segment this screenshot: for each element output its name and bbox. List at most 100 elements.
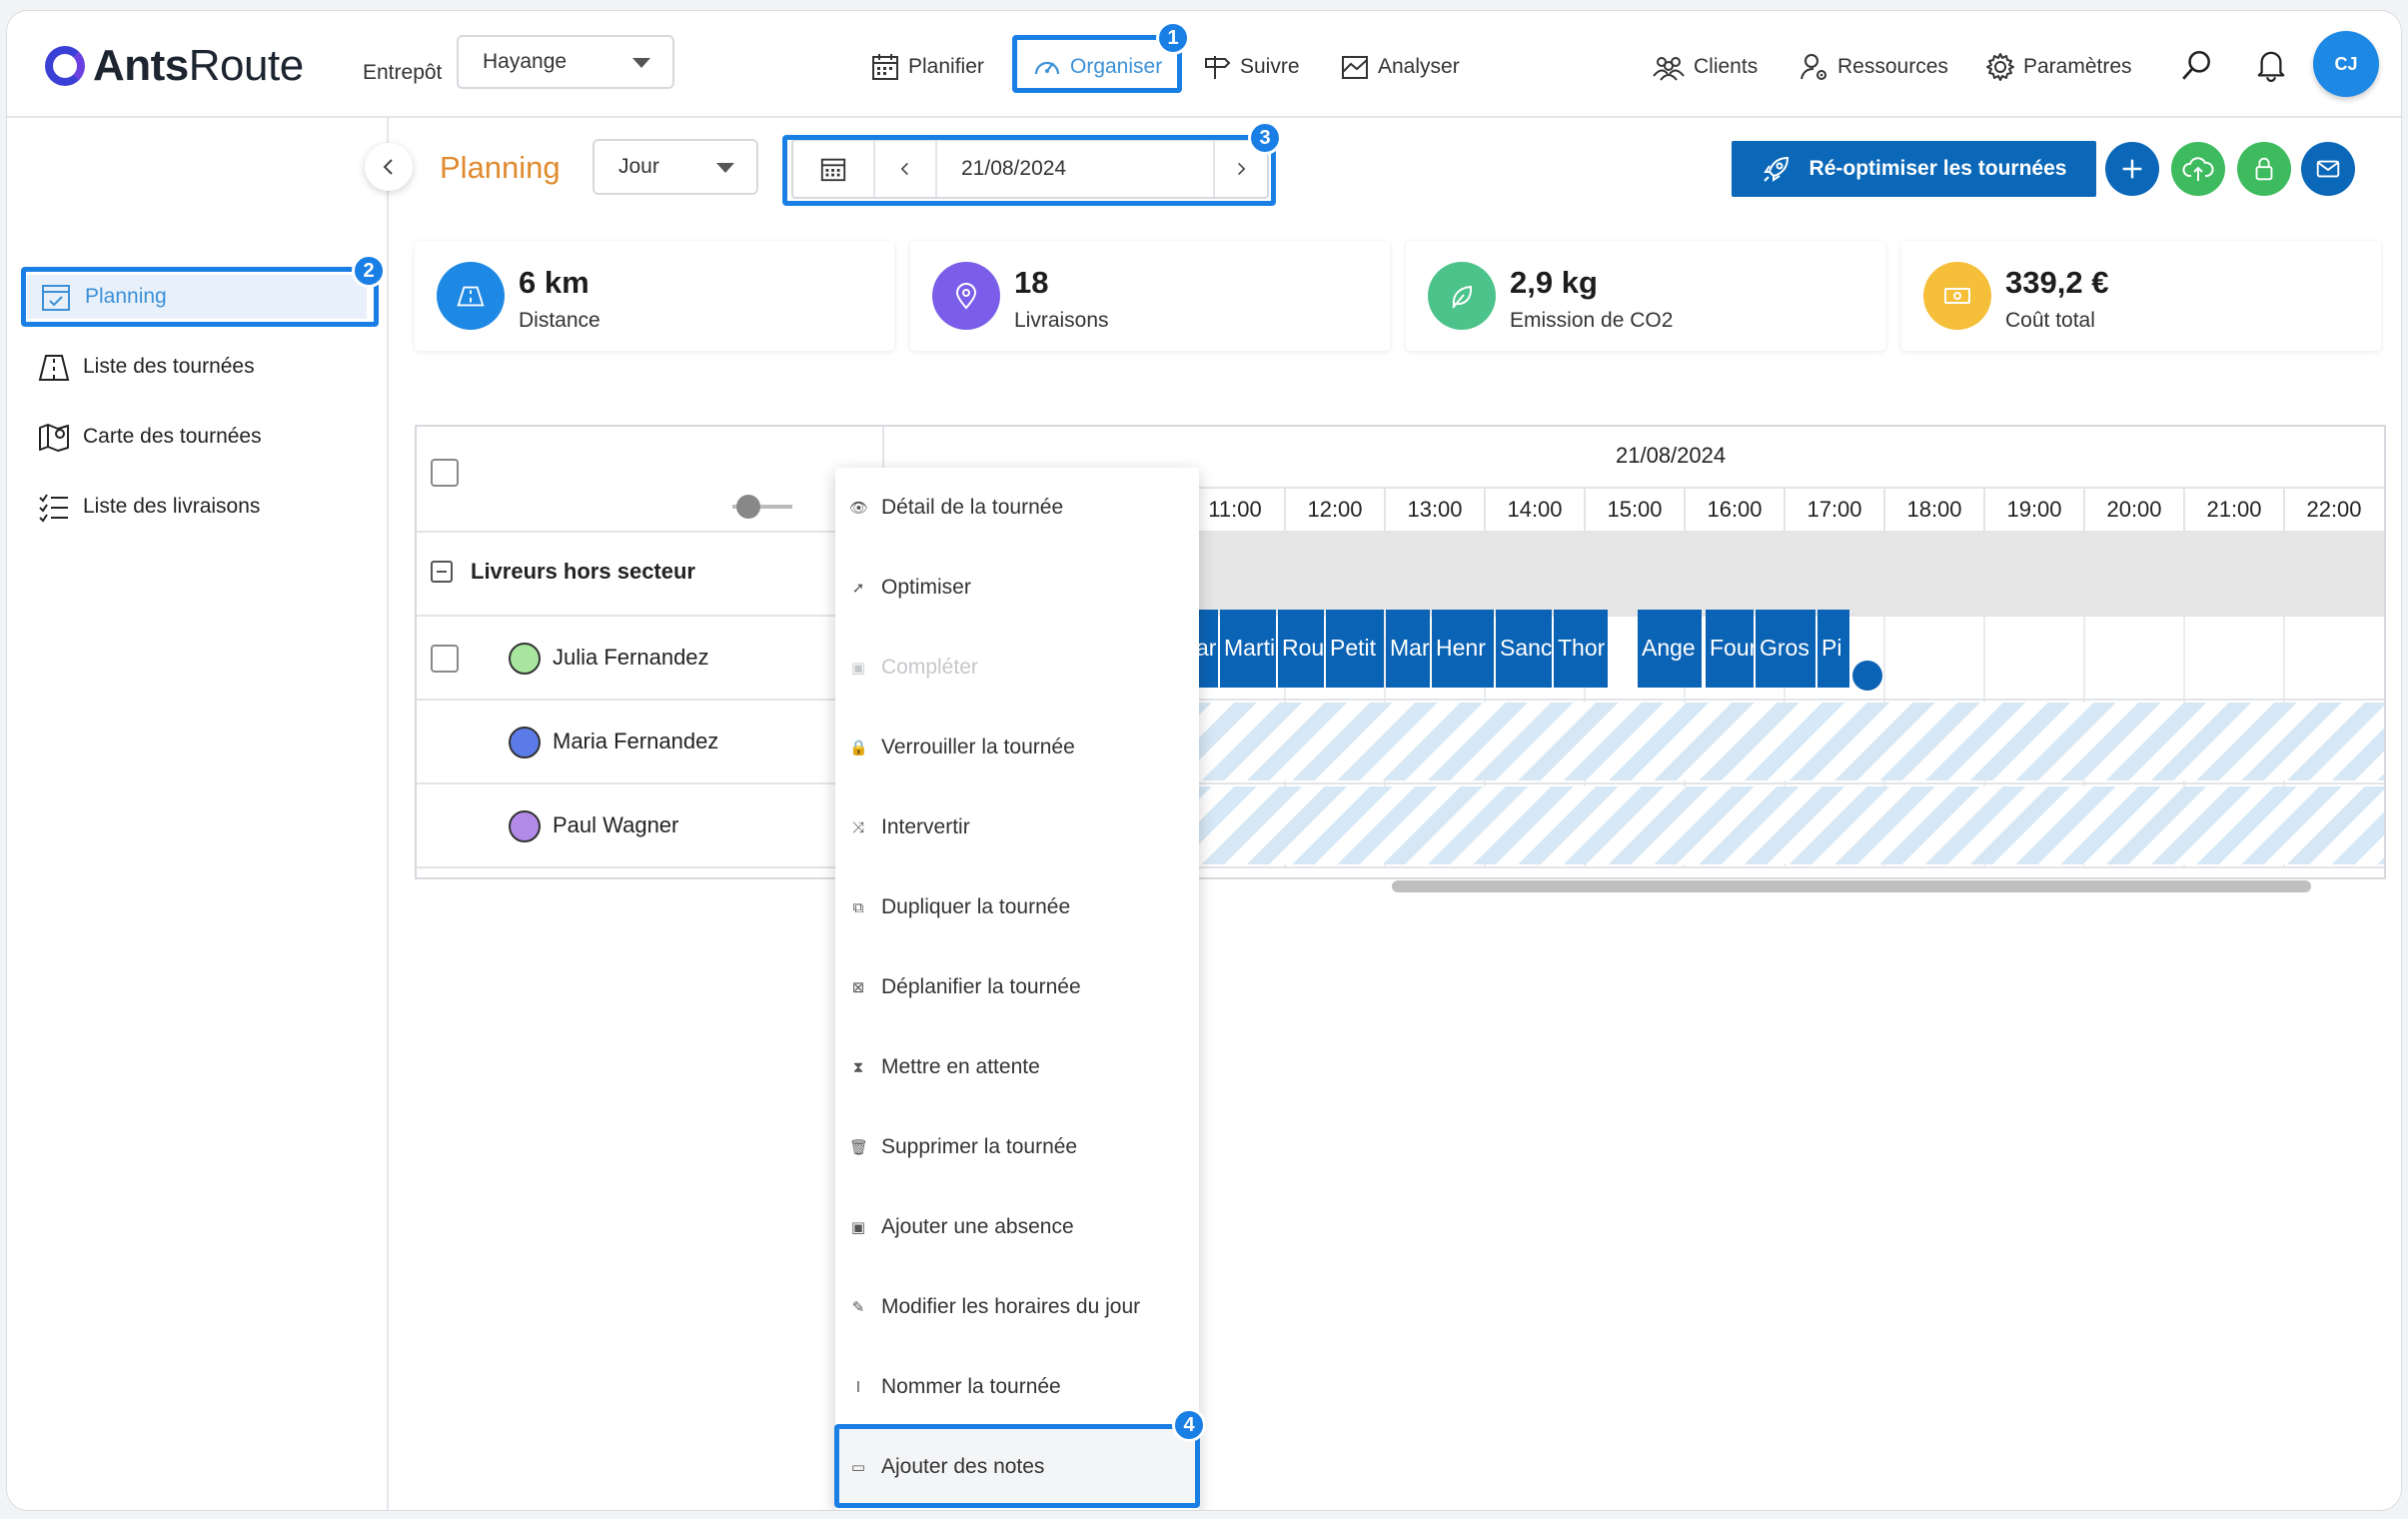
nav-parametres[interactable]: Paramètres (1985, 39, 2132, 95)
gear-icon (1986, 53, 2014, 81)
delivery-task[interactable]: Thor (1554, 610, 1608, 688)
delivery-task[interactable]: Sanc (1496, 610, 1552, 688)
delivery-task[interactable]: Marti (1220, 610, 1276, 688)
date-value[interactable]: 21/08/2024 (937, 141, 1215, 197)
menu-item-label: Ajouter des notes (881, 1455, 1045, 1478)
cloud-upload-button[interactable] (2171, 142, 2225, 196)
nav-parametres-label: Paramètres (2023, 55, 2132, 78)
hour-label: 21:00 (2183, 489, 2283, 531)
delivery-task[interactable]: Petit (1326, 610, 1384, 688)
sidebar-item-planning[interactable]: Planning (27, 275, 367, 319)
add-button[interactable] (2105, 142, 2159, 196)
menu-item-label: Supprimer la tournée (881, 1135, 1078, 1158)
nav-suivre-label: Suivre (1240, 55, 1300, 78)
menu-item-ajouter-des-notes[interactable]: ▭ Ajouter des notes (835, 1427, 1199, 1507)
collapse-sidebar-button[interactable] (365, 143, 413, 191)
zoom-slider-handle[interactable] (736, 495, 760, 519)
lock-button[interactable] (2237, 142, 2291, 196)
lock-icon: 🔒 (849, 739, 868, 757)
sidebar-item-liste-tournees[interactable]: Liste des tournées (37, 345, 255, 389)
collapse-group-icon[interactable] (431, 561, 453, 583)
note-icon: ▭ (850, 1458, 866, 1476)
warehouse-select[interactable]: Hayange (457, 35, 674, 89)
app-window: AntsRoute Entrepôt Hayange Planifier Org… (6, 10, 2402, 1511)
menu-item-mettre-en-attente[interactable]: ⧗ Mettre en attente (835, 1027, 1199, 1107)
select-all-checkbox[interactable] (431, 459, 459, 487)
sidebar-item-liste-livraisons[interactable]: Liste des livraisons (37, 485, 260, 529)
group-timeline-bg (1189, 533, 2384, 615)
step-badge-4: 4 (1172, 1408, 1206, 1442)
date-picker: 21/08/2024 (791, 139, 1269, 199)
nav-analyser[interactable]: Analyser (1340, 39, 1460, 95)
menu-item-dupliquer-la-tournée[interactable]: ⧉ Dupliquer la tournée (835, 867, 1199, 947)
chevron-left-icon (900, 162, 908, 176)
driver-name: Maria Fernandez (553, 729, 719, 754)
email-button[interactable] (2301, 142, 2355, 196)
bell-icon[interactable] (2253, 45, 2289, 85)
nav-ressources[interactable]: Ressources (1800, 39, 1948, 95)
delivery-task[interactable]: Henr (1432, 610, 1494, 688)
driver-name: Paul Wagner (553, 812, 679, 837)
unavailable-period (1189, 786, 2384, 864)
user-settings-icon (1801, 54, 1826, 80)
signpost-icon (1205, 56, 1231, 79)
search-icon[interactable] (2179, 47, 2215, 83)
sidebar-item-carte-tournees[interactable]: Carte des tournées (37, 415, 262, 459)
lock-icon (2255, 157, 2273, 181)
menu-item-détail-de-la-tournée[interactable]: 👁 Détail de la tournée (835, 468, 1199, 548)
delivery-task[interactable]: Ange (1638, 610, 1702, 688)
hour-label: 12:00 (1284, 489, 1384, 531)
stat-label: Distance (519, 309, 601, 332)
nav-suivre[interactable]: Suivre (1202, 39, 1300, 95)
menu-item-label: Intervertir (881, 815, 970, 838)
view-mode-select[interactable]: Jour (593, 139, 758, 195)
menu-item-nommer-la-tournée[interactable]: I Nommer la tournée (835, 1347, 1199, 1427)
stat-value: 339,2 € (2005, 265, 2109, 300)
horizontal-scrollbar[interactable] (1392, 880, 2311, 892)
hour-label: 18:00 (1883, 489, 1983, 531)
chevron-down-icon (632, 58, 650, 68)
delivery-task[interactable]: Gros (1756, 610, 1815, 688)
delivery-task[interactable]: Four (1706, 610, 1754, 688)
nav-planifier[interactable]: Planifier (870, 39, 984, 95)
calendar-button[interactable] (793, 141, 875, 197)
driver-checkbox[interactable] (431, 645, 459, 673)
plus-icon (2122, 159, 2142, 179)
nav-clients[interactable]: Clients (1652, 39, 1758, 95)
nav-organiser[interactable]: Organiser (1032, 39, 1162, 95)
stat-value: 18 (1014, 265, 1049, 300)
chevron-left-icon (383, 159, 393, 175)
driver-row[interactable]: Maria Fernandez (417, 701, 2384, 784)
delivery-task[interactable]: Rou (1278, 610, 1324, 688)
menu-item-optimiser[interactable]: ➚ Optimiser (835, 548, 1199, 628)
map-pin-icon (932, 262, 1000, 330)
cloud-upload-icon (2182, 157, 2214, 181)
menu-item-ajouter-une-absence[interactable]: ▣ Ajouter une absence (835, 1187, 1199, 1267)
previous-day-button[interactable] (875, 141, 937, 197)
hour-label: 16:00 (1684, 489, 1784, 531)
menu-item-supprimer-la-tournée[interactable]: 🗑 Supprimer la tournée (835, 1107, 1199, 1187)
menu-item-label: Optimiser (881, 576, 971, 599)
delivery-task[interactable]: Pi (1817, 610, 1849, 688)
menu-item-intervertir[interactable]: ⤨ Intervertir (835, 787, 1199, 867)
nav-organiser-label: Organiser (1070, 55, 1163, 78)
hour-label: 15:00 (1584, 489, 1684, 531)
menu-item-modifier-les-horaires-du-jour[interactable]: ✎ Modifier les horaires du jour (835, 1267, 1199, 1347)
users-icon (1653, 57, 1685, 81)
trash-icon: 🗑 (849, 1138, 869, 1156)
delivery-task[interactable]: Mar (1386, 610, 1430, 688)
context-menu: 👁 Détail de la tournée ➚ Optimiser ▣ Compléte… (835, 468, 1199, 1510)
menu-item-déplanifier-la-tournée[interactable]: ⊠ Déplanifier la tournée (835, 947, 1199, 1027)
reoptimize-button[interactable]: Ré-optimiser les tournées (1732, 141, 2096, 197)
calendar-icon (820, 158, 846, 182)
stat-label: Emission de CO2 (1510, 309, 1674, 332)
stat-card-co2: 2,9 kg Emission de CO2 (1406, 241, 1885, 351)
antsroute-logo[interactable]: AntsRoute (45, 41, 304, 91)
menu-item-verrouiller-la-tournée[interactable]: 🔒 Verrouiller la tournée (835, 708, 1199, 787)
route-end-marker[interactable] (1852, 661, 1882, 691)
step-badge-1: 1 (1156, 21, 1190, 55)
logo-icon (45, 46, 85, 86)
step-badge-3: 3 (1248, 121, 1282, 155)
driver-row[interactable]: Paul Wagner (417, 784, 2384, 868)
user-avatar[interactable]: CJ (2313, 31, 2379, 97)
